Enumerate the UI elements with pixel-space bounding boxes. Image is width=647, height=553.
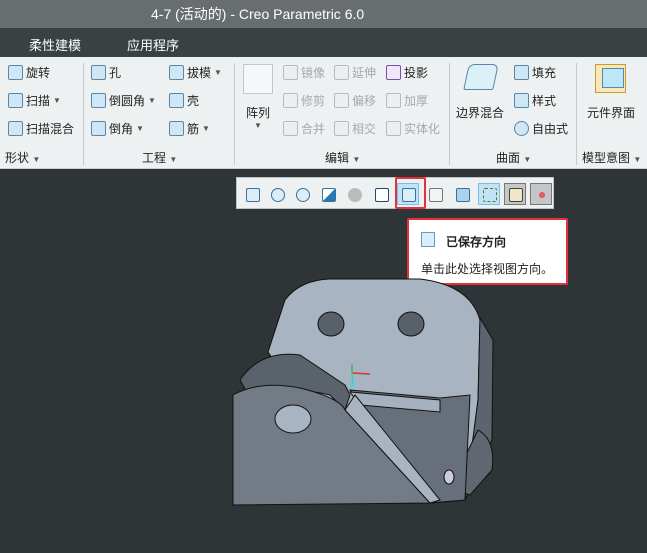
3d-model[interactable] [0,0,647,553]
